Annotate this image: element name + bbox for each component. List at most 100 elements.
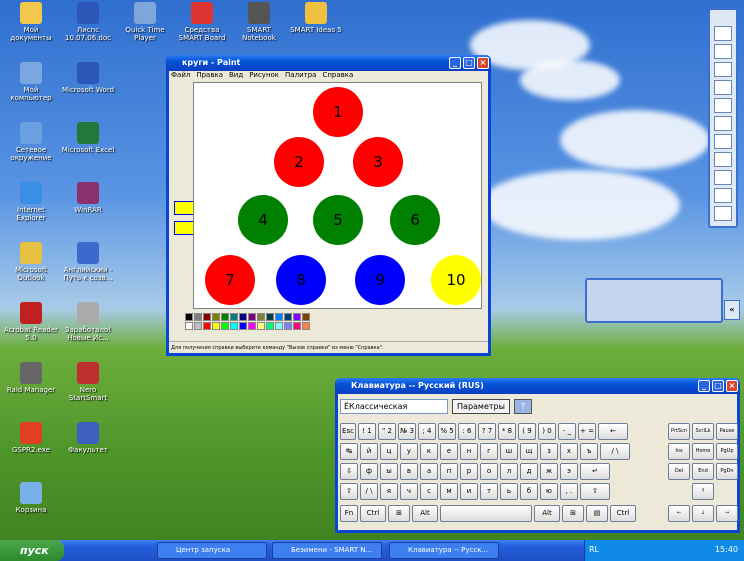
color-swatch[interactable] <box>257 313 265 321</box>
menu-item[interactable]: Файл <box>171 71 190 79</box>
taskbar-item[interactable]: Центр запуска <box>157 542 267 559</box>
color-swatch[interactable] <box>257 322 265 330</box>
color-swatch[interactable] <box>275 322 283 330</box>
color-swatch[interactable] <box>194 313 202 321</box>
color-swatch[interactable] <box>239 313 247 321</box>
key[interactable]: Ctrl <box>360 505 386 522</box>
color-swatch[interactable] <box>275 313 283 321</box>
key[interactable]: ф <box>360 463 378 480</box>
key[interactable]: ъ <box>580 443 598 460</box>
key[interactable]: д <box>520 463 538 480</box>
key[interactable]: Pause <box>716 423 738 440</box>
menu-item[interactable]: Рисунок <box>249 71 279 79</box>
key[interactable]: б <box>520 483 538 500</box>
tool-option[interactable] <box>174 221 194 235</box>
key[interactable]: ь <box>500 483 518 500</box>
key[interactable]: о <box>480 463 498 480</box>
key[interactable]: т <box>480 483 498 500</box>
key[interactable]: : 6 <box>458 423 476 440</box>
key[interactable]: Ins <box>668 443 690 460</box>
smart-tool-icon[interactable] <box>714 170 732 185</box>
key[interactable]: ц <box>380 443 398 460</box>
key[interactable]: ю <box>540 483 558 500</box>
paint-titlebar[interactable]: круги - Paint _ □ × <box>166 55 491 71</box>
close-button[interactable]: × <box>726 380 738 392</box>
language-indicator[interactable]: RL <box>589 545 599 554</box>
color-swatch[interactable] <box>293 313 301 321</box>
key[interactable]: ) 0 <box>538 423 556 440</box>
desktop-icon[interactable]: Quick Time Player <box>117 2 173 42</box>
desktop-icon[interactable]: Acrobat Reader 5.0 <box>3 302 59 342</box>
color-swatch[interactable] <box>230 322 238 330</box>
color-swatch[interactable] <box>284 322 292 330</box>
key[interactable]: а <box>420 463 438 480</box>
smart-tool-icon[interactable] <box>714 134 732 149</box>
key[interactable]: ⇩ <box>340 463 358 480</box>
color-swatch[interactable] <box>221 313 229 321</box>
key[interactable]: Fn <box>340 505 358 522</box>
desktop-icon[interactable]: Microsoft Outlook <box>3 242 59 282</box>
key[interactable]: у <box>400 443 418 460</box>
color-swatch[interactable] <box>302 313 310 321</box>
key[interactable]: № 3 <box>398 423 416 440</box>
layout-select[interactable]: ЁКлассическая <box>340 399 448 414</box>
tool-option[interactable] <box>174 201 194 215</box>
key[interactable]: х <box>560 443 578 460</box>
key[interactable]: PgUp <box>716 443 738 460</box>
key[interactable]: ← <box>598 423 628 440</box>
menu-item[interactable]: Палитра <box>285 71 316 79</box>
key[interactable]: щ <box>520 443 538 460</box>
minimize-button[interactable]: _ <box>449 57 461 69</box>
key[interactable]: й <box>360 443 378 460</box>
smart-tool-icon[interactable] <box>714 62 732 77</box>
paint-canvas[interactable]: 1 2 3 4 5 6 7 8 9 10 <box>193 82 482 309</box>
key[interactable]: ScrlLk <box>692 423 714 440</box>
key[interactable]: " 2 <box>378 423 396 440</box>
desktop-icon[interactable]: Сетевое окружение <box>3 122 59 162</box>
color-swatch[interactable] <box>266 313 274 321</box>
key[interactable]: ! 1 <box>358 423 376 440</box>
desktop-icon[interactable]: Английский - Путь к созв... <box>60 242 116 282</box>
key[interactable]: ы <box>380 463 398 480</box>
color-swatch[interactable] <box>239 322 247 330</box>
key[interactable]: + = <box>578 423 596 440</box>
color-swatch[interactable] <box>302 322 310 330</box>
desktop-icon[interactable]: GSPR2.exe <box>3 422 59 454</box>
smart-tool-icon[interactable] <box>714 152 732 167</box>
key[interactable]: ⇧ <box>580 483 610 500</box>
start-button[interactable]: пуск <box>0 540 64 561</box>
key[interactable]: ↑ <box>692 483 714 500</box>
color-swatch[interactable] <box>248 322 256 330</box>
taskbar-item[interactable]: Клавиатура -- Русск... <box>389 542 499 559</box>
color-swatch[interactable] <box>284 313 292 321</box>
minimize-button[interactable]: _ <box>698 380 710 392</box>
key[interactable]: ⊞ <box>388 505 410 522</box>
desktop-icon[interactable]: Мой документы <box>3 2 59 42</box>
color-swatch[interactable] <box>212 322 220 330</box>
key[interactable]: ← <box>668 505 690 522</box>
desktop-icon[interactable]: Мой компьютер <box>3 62 59 102</box>
key[interactable]: End <box>692 463 714 480</box>
key[interactable]: э <box>560 463 578 480</box>
key[interactable]: л <box>500 463 518 480</box>
maximize-button[interactable]: □ <box>712 380 724 392</box>
key[interactable]: % 5 <box>438 423 456 440</box>
collapse-icon[interactable]: « <box>724 300 740 320</box>
smart-tool-icon[interactable] <box>714 98 732 113</box>
desktop-icon[interactable]: Raid Manager <box>3 362 59 394</box>
smart-tool-icon[interactable] <box>714 80 732 95</box>
color-swatch[interactable] <box>203 322 211 330</box>
desktop-icon[interactable]: WinRAR <box>60 182 116 214</box>
key[interactable]: PrtScn <box>668 423 690 440</box>
key[interactable]: Alt <box>534 505 560 522</box>
key[interactable]: ↓ <box>692 505 714 522</box>
key[interactable]: Ctrl <box>610 505 636 522</box>
key[interactable]: я <box>380 483 398 500</box>
key[interactable]: ⇧ <box>340 483 358 500</box>
key[interactable]: - _ <box>558 423 576 440</box>
key[interactable]: Home <box>692 443 714 460</box>
desktop-icon[interactable]: Заработало! Новые Ис... <box>60 302 116 342</box>
key[interactable]: * 8 <box>498 423 516 440</box>
desktop-icon[interactable]: Лиспс 10.07.06.doc <box>60 2 116 42</box>
smart-tool-icon[interactable] <box>714 188 732 203</box>
